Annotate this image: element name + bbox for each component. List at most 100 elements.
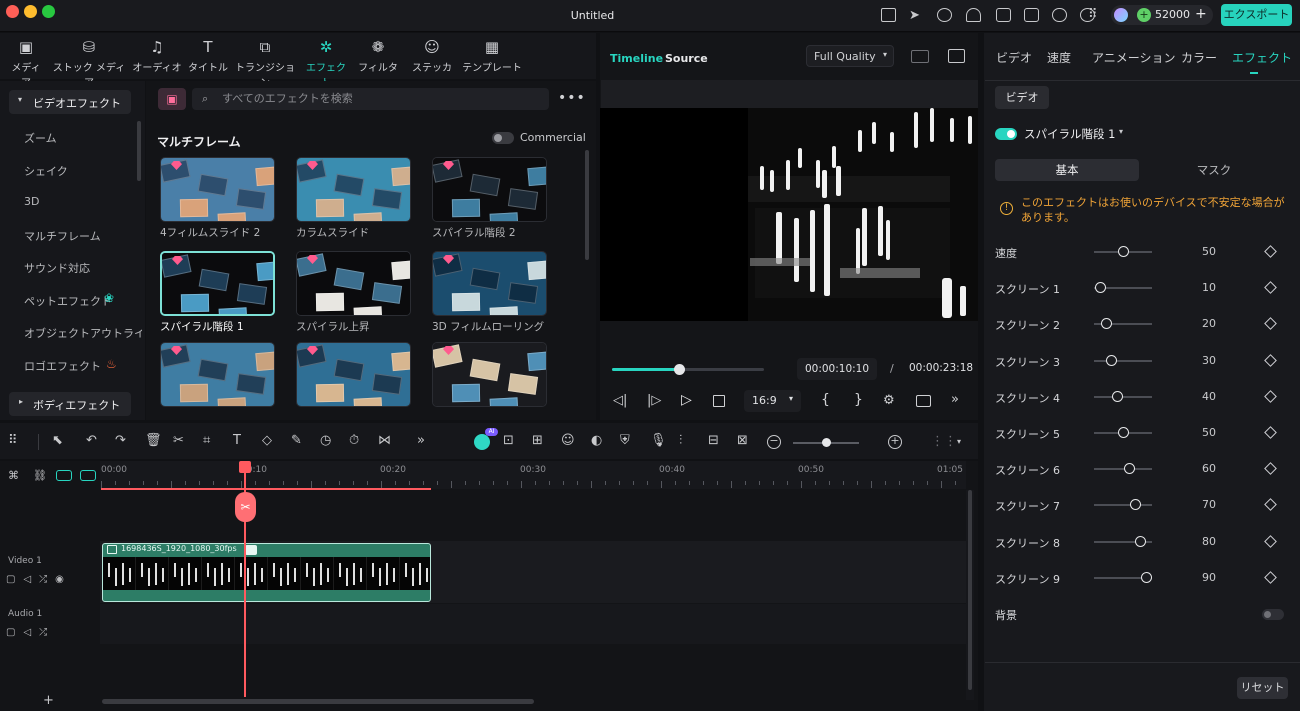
current-time-display[interactable]: 00:00:10:10 <box>797 358 877 380</box>
effect-thumbnail[interactable] <box>160 251 275 316</box>
gift-icon[interactable] <box>881 8 896 22</box>
face-icon[interactable]: ☺ <box>561 433 575 449</box>
transition-tool-icon[interactable]: ⋈ <box>378 433 391 449</box>
category-logo-effects[interactable]: ロゴエフェクト <box>24 358 146 374</box>
camera-snapshot-icon[interactable] <box>916 395 931 407</box>
add-credits-icon[interactable]: + <box>1195 4 1207 24</box>
favorite-filter-icon[interactable]: ▣ <box>158 88 186 110</box>
shield-icon[interactable]: ⛨ <box>620 433 630 449</box>
effect-thumbnail[interactable] <box>296 342 411 407</box>
text-icon[interactable]: T <box>233 433 241 449</box>
tab-inspector-effects[interactable]: エフェクト <box>1232 49 1292 66</box>
param-value[interactable]: 80 <box>1180 535 1216 548</box>
param-slider-knob[interactable] <box>1100 318 1112 330</box>
color-match-icon[interactable]: ◐ <box>591 433 602 449</box>
multicam-icon[interactable]: ⊠ <box>737 433 748 449</box>
aspect-ratio-select[interactable]: 16:9 ▾ <box>744 390 801 412</box>
category-audio-reactive[interactable]: サウンド対応 <box>24 260 146 276</box>
render-settings-icon[interactable]: ⚙ <box>883 393 895 408</box>
category-multiframe[interactable]: マルチフレーム <box>24 228 146 244</box>
timeline-zoom-slider[interactable] <box>793 438 859 447</box>
tab-inspector-color[interactable]: カラー <box>1181 49 1217 66</box>
param-value[interactable]: 20 <box>1180 317 1216 330</box>
draw-icon[interactable]: ✎ <box>291 433 302 449</box>
delete-icon[interactable]: 🗑 <box>145 433 162 449</box>
param-slider-knob[interactable] <box>1112 390 1124 402</box>
effect-thumbnail[interactable] <box>160 342 275 407</box>
preview-scrubber[interactable] <box>612 364 764 375</box>
undo-icon[interactable]: ↶ <box>86 433 97 449</box>
segment-mask[interactable]: マスク <box>1142 159 1286 181</box>
category-zoom[interactable]: ズーム <box>24 130 146 146</box>
lock-icon[interactable]: ▢ <box>6 627 23 638</box>
save-icon[interactable] <box>1024 8 1039 22</box>
expand-more-icon[interactable]: » <box>951 392 959 407</box>
split-icon[interactable]: ✂ <box>173 433 184 449</box>
unlink-icon[interactable]: ⛓ <box>33 469 47 482</box>
timeline-hscroll[interactable] <box>102 699 534 704</box>
add-track-icon[interactable]: ⌘ <box>8 469 19 482</box>
audio-mixer-icon[interactable]: ⫶ <box>679 433 682 449</box>
zoom-slider-knob[interactable] <box>822 438 831 447</box>
param-value[interactable]: 50 <box>1180 245 1216 258</box>
more-options-icon[interactable]: ••• <box>558 90 586 106</box>
layout-icon[interactable]: ⠿ <box>8 433 18 449</box>
category-video-effects[interactable]: ▾ ビデオエフェクト <box>9 90 131 114</box>
category-pet-effects[interactable]: ペットエフェクト <box>24 293 146 309</box>
preview-scrubber-knob[interactable] <box>673 364 685 375</box>
library-scrollbar[interactable] <box>585 150 589 260</box>
param-value[interactable]: 70 <box>1180 498 1216 511</box>
eye-icon[interactable]: ◉ <box>55 574 72 585</box>
param-slider[interactable] <box>1094 359 1152 362</box>
microphone-icon[interactable]: 🎙 <box>650 433 667 449</box>
mark-out-icon[interactable]: } <box>854 392 863 408</box>
volume-icon[interactable]: ◁ <box>23 574 39 585</box>
effect-thumbnail[interactable] <box>296 157 411 222</box>
effect-thumbnail[interactable] <box>160 157 275 222</box>
tab-template[interactable]: ▦ テンプレート <box>462 39 522 75</box>
sync-icon[interactable] <box>937 8 952 22</box>
mark-in-icon[interactable]: { <box>821 392 830 408</box>
param-slider[interactable] <box>1094 504 1152 507</box>
playhead-handle[interactable] <box>239 461 251 473</box>
search-input[interactable]: ⌕ すべてのエフェクトを検索 <box>192 88 549 110</box>
effect-thumbnail[interactable] <box>432 157 547 222</box>
mute-icon[interactable]: ⤮ <box>39 627 55 638</box>
param-value[interactable]: 50 <box>1180 426 1216 439</box>
timeline-vscroll[interactable] <box>966 490 974 700</box>
zoom-out-icon[interactable]: − <box>767 435 781 449</box>
prev-frame-icon[interactable]: ◁| <box>613 393 627 408</box>
subtab-video[interactable]: ビデオ <box>995 86 1049 109</box>
param-slider-knob[interactable] <box>1118 427 1129 438</box>
quality-select[interactable]: Full Quality ▾ <box>806 45 894 67</box>
export-button[interactable]: エクスポート <box>1221 4 1292 26</box>
tab-inspector-animation[interactable]: アニメーション <box>1092 49 1176 66</box>
tab-timeline-preview[interactable]: Timeline <box>610 52 663 65</box>
param-slider-knob[interactable] <box>1118 246 1129 257</box>
scissors-split-icon[interactable]: ✂ <box>235 492 256 522</box>
effect-thumbnail[interactable] <box>432 342 547 407</box>
stop-icon[interactable] <box>713 395 725 407</box>
tab-inspector-video[interactable]: ビデオ <box>996 49 1032 66</box>
param-value[interactable]: 40 <box>1180 390 1216 403</box>
compare-view-icon[interactable] <box>911 50 929 63</box>
more-tools-icon[interactable]: » <box>417 433 425 449</box>
timer-icon[interactable]: ⏱ <box>349 433 359 449</box>
param-slider-knob[interactable] <box>1094 282 1106 294</box>
tab-title[interactable]: T タイトル <box>187 39 229 75</box>
commercial-toggle[interactable] <box>492 132 514 144</box>
ai-cut-icon[interactable]: ⊡ <box>503 433 514 449</box>
lock-icon[interactable]: ▢ <box>6 574 23 585</box>
param-value[interactable]: 30 <box>1180 354 1216 367</box>
tab-inspector-speed[interactable]: 速度 <box>1047 49 1071 66</box>
headset-icon[interactable] <box>966 8 981 22</box>
category-3d[interactable]: 3D <box>24 195 146 208</box>
param-slider-knob[interactable] <box>1106 354 1118 366</box>
play-icon[interactable]: ▷ <box>681 392 692 408</box>
volume-icon[interactable]: ◁ <box>23 627 39 638</box>
speed-icon[interactable]: ◷ <box>320 433 331 449</box>
reset-button[interactable]: リセット <box>1237 677 1288 699</box>
avatar[interactable] <box>1114 8 1128 22</box>
magnet-snap-icon[interactable] <box>56 470 72 481</box>
cloud-upload-icon[interactable] <box>1052 8 1067 22</box>
